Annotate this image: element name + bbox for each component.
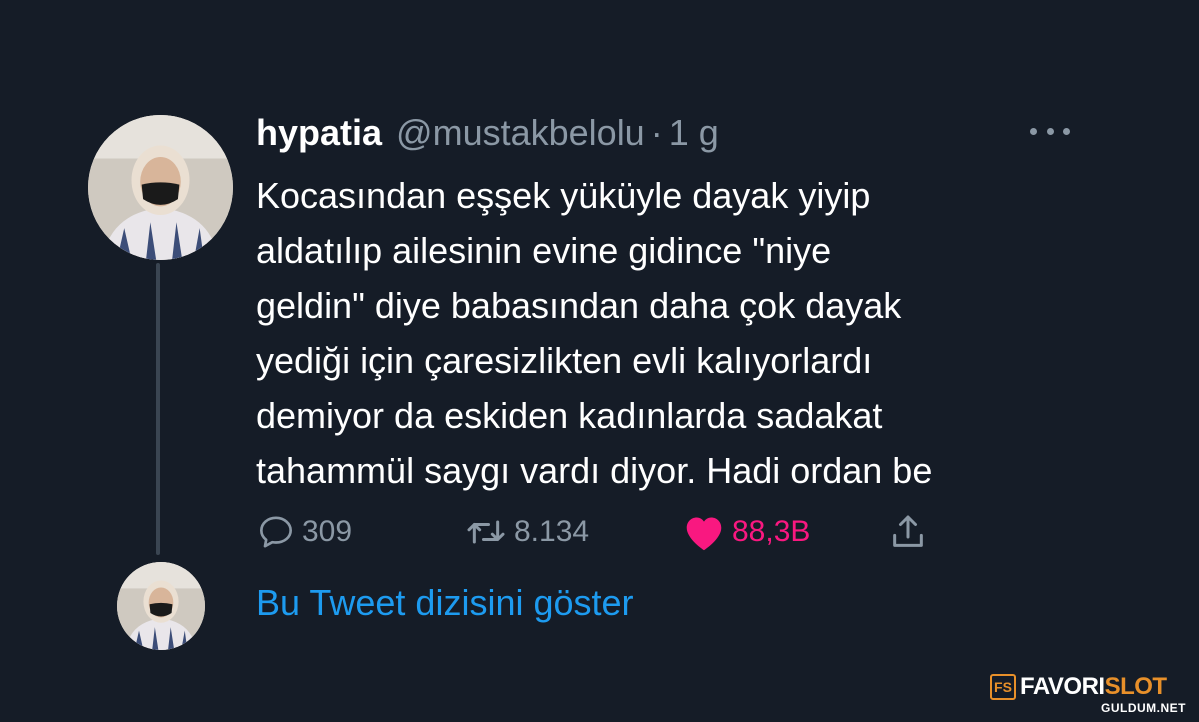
show-thread-link[interactable]: Bu Tweet dizisini göster — [256, 582, 634, 624]
more-dot — [1030, 127, 1037, 135]
watermark: FS FAVORISLOT GULDUM.NET — [990, 672, 1190, 716]
share-button[interactable] — [888, 508, 928, 556]
tweet-text-line: aldatılıp ailesinin evine gidince "niye — [256, 230, 832, 271]
watermark-brand-main: FAVORI — [1020, 673, 1105, 700]
reply-icon — [260, 516, 292, 548]
more-dot — [1063, 127, 1070, 135]
tweet-time[interactable]: 1 g — [669, 112, 719, 154]
watermark-logo: FS — [990, 674, 1016, 700]
share-icon — [893, 515, 923, 547]
heart-icon — [686, 517, 722, 551]
retweet-button[interactable]: 8.134 — [464, 508, 589, 556]
like-count: 88,3B — [732, 515, 811, 548]
reply-count: 309 — [302, 515, 353, 548]
tweet-text-line: tahammül saygı vardı diyor. Hadi ordan b… — [256, 450, 933, 491]
more-dot — [1046, 127, 1054, 135]
display-name[interactable]: hypatia — [256, 112, 382, 154]
more-icon[interactable] — [1030, 126, 1070, 136]
tweet-text-line: Kocasından eşşek yüküyle dayak yiyip — [256, 175, 871, 216]
thread-line — [156, 263, 160, 555]
profile-photo — [117, 562, 205, 650]
watermark-brand: FAVORISLOT — [1020, 673, 1167, 701]
avatar[interactable] — [88, 115, 233, 260]
tweet-text-line: geldin" diye babasından daha çok dayak — [256, 285, 902, 326]
tweet-text: Kocasından eşşek yüküyle dayak yiyip ald… — [256, 168, 1116, 498]
thread-avatar[interactable] — [117, 562, 205, 650]
watermark-sub: GULDUM.NET — [1101, 701, 1186, 715]
tweet-text-line: yediği için çaresizlikten evli kalıyorla… — [256, 340, 873, 381]
separator-dot: · — [650, 112, 663, 153]
profile-photo — [88, 115, 233, 260]
tweet-header: hypatia @mustakbelolu · 1 g — [256, 112, 719, 158]
retweet-count: 8.134 — [514, 515, 590, 548]
like-button[interactable]: 88,3B — [682, 508, 810, 556]
tweet-text-line: demiyor da eskiden kadınlarda sadakat — [256, 395, 883, 436]
tweet-actions: 309 8.134 88,3B — [256, 508, 956, 556]
watermark-brand-accent: SLOT — [1104, 673, 1168, 700]
reply-button[interactable]: 309 — [256, 508, 352, 556]
user-handle[interactable]: @mustakbelolu — [396, 112, 645, 154]
retweet-icon — [467, 520, 505, 544]
